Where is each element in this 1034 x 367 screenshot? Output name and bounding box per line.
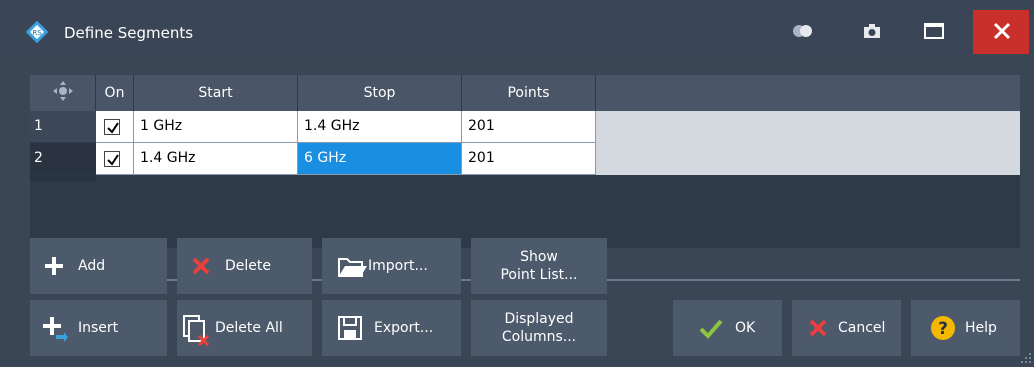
points-cell[interactable]: 201 xyxy=(462,143,596,175)
stop-cell[interactable]: 1.4 GHz xyxy=(298,111,462,143)
start-cell[interactable]: 1 GHz xyxy=(134,111,298,143)
toggle-icon[interactable] xyxy=(790,20,814,42)
window-title: Define Segments xyxy=(64,24,194,42)
header-filler xyxy=(596,75,1020,111)
folder-open-icon xyxy=(336,252,367,280)
row-number[interactable]: 2 xyxy=(30,143,96,175)
camera-icon[interactable] xyxy=(860,20,884,42)
move-handle[interactable] xyxy=(30,75,96,111)
insert-label: Insert xyxy=(78,320,119,336)
resize-grip-icon[interactable] xyxy=(1018,350,1032,364)
cancel-label: Cancel xyxy=(838,320,886,336)
row-on-checkbox-cell[interactable] xyxy=(96,111,134,143)
ok-button[interactable]: OK xyxy=(673,300,782,356)
rohde-schwarz-logo-icon: RS xyxy=(25,20,49,44)
row-on-checkbox-cell[interactable] xyxy=(96,143,134,175)
move-icon xyxy=(52,80,74,106)
column-header-on[interactable]: On xyxy=(96,75,134,111)
start-cell[interactable]: 1.4 GHz xyxy=(134,143,298,175)
add-label: Add xyxy=(78,258,106,274)
ok-label: OK xyxy=(735,320,756,336)
stop-cell-selected[interactable]: 6 GHz xyxy=(298,143,462,175)
displayed-columns-button[interactable]: Displayed Columns... xyxy=(471,300,607,356)
svg-text:RS: RS xyxy=(32,29,42,37)
check-icon xyxy=(697,314,725,342)
x-icon xyxy=(804,314,832,342)
show-point-list-button[interactable]: Show Point List... xyxy=(471,238,607,294)
dialog-body: On Start Stop Points 1 1 GHz 1.4 GHz 201… xyxy=(0,54,1034,367)
close-button[interactable] xyxy=(973,10,1029,54)
title-bar: RS Define Segments xyxy=(0,0,1034,54)
import-button[interactable]: Import... xyxy=(322,238,461,294)
save-icon xyxy=(336,314,364,342)
insert-button[interactable]: Insert xyxy=(30,300,167,356)
delete-button[interactable]: Delete xyxy=(177,238,312,294)
row-number[interactable]: 1 xyxy=(30,111,96,143)
maximize-icon[interactable] xyxy=(922,20,946,42)
export-label: Export... xyxy=(374,320,434,336)
column-header-start[interactable]: Start xyxy=(134,75,298,111)
insert-icon xyxy=(40,314,68,342)
on-checkbox[interactable] xyxy=(104,119,120,135)
cancel-button[interactable]: Cancel xyxy=(792,300,901,356)
delete-all-icon xyxy=(181,314,210,347)
plus-icon xyxy=(40,252,68,280)
show-point-list-label-line1: Show xyxy=(520,249,558,265)
question-icon: ? xyxy=(929,314,957,342)
delete-all-label: Delete All xyxy=(215,320,283,336)
displayed-columns-label-line2: Columns... xyxy=(501,329,577,345)
svg-text:?: ? xyxy=(938,319,948,339)
column-header-points[interactable]: Points xyxy=(462,75,596,111)
column-header-stop[interactable]: Stop xyxy=(298,75,462,111)
displayed-columns-label-line1: Displayed xyxy=(504,311,574,327)
on-checkbox[interactable] xyxy=(104,151,120,167)
row-header-strip xyxy=(30,175,96,181)
check-icon xyxy=(107,122,119,134)
check-icon xyxy=(107,154,119,166)
delete-all-button[interactable]: Delete All xyxy=(177,300,312,356)
export-button[interactable]: Export... xyxy=(322,300,461,356)
x-icon xyxy=(187,252,215,280)
import-label: Import... xyxy=(368,258,428,274)
points-cell[interactable]: 201 xyxy=(462,111,596,143)
close-icon xyxy=(992,21,1012,45)
help-label: Help xyxy=(965,320,997,336)
add-button[interactable]: Add xyxy=(30,238,167,294)
delete-label: Delete xyxy=(225,258,271,274)
segments-table[interactable]: On Start Stop Points 1 1 GHz 1.4 GHz 201… xyxy=(30,75,1020,248)
help-button[interactable]: ? Help xyxy=(911,300,1020,356)
show-point-list-label-line2: Point List... xyxy=(500,267,578,283)
